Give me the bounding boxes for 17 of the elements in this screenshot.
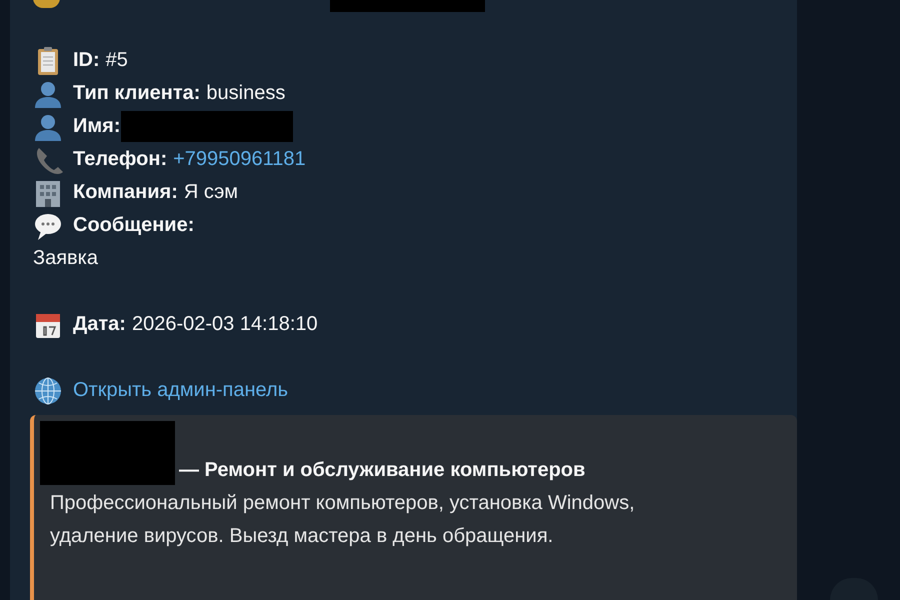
field-label: Компания:: [73, 181, 178, 204]
field-value: business: [206, 82, 286, 105]
globe-icon: [33, 376, 63, 406]
phone-link[interactable]: +79950961181: [173, 148, 306, 171]
field-label: Дата:: [73, 313, 126, 336]
admin-panel-link[interactable]: Открыть админ-панель: [73, 379, 288, 402]
field-label: Тип клиента:: [73, 82, 200, 105]
field-label: Телефон:: [73, 148, 168, 171]
preview-title: — Ремонт и обслуживание компьютеров: [179, 458, 586, 483]
field-value: Я сэм: [184, 181, 238, 204]
field-label: ID:: [73, 49, 100, 72]
preview-description: Профессиональный ремонт компьютеров, установка Windows, удаление вирусов. Выезд мастера в день обращения.: [50, 491, 636, 549]
field-label: Сообщение:: [73, 214, 194, 237]
message-text: Заявка: [33, 246, 99, 271]
field-value: #5: [106, 49, 128, 72]
field-value: 2026-02-03 14:18:10: [132, 313, 318, 336]
field-label: Имя:: [73, 115, 120, 138]
